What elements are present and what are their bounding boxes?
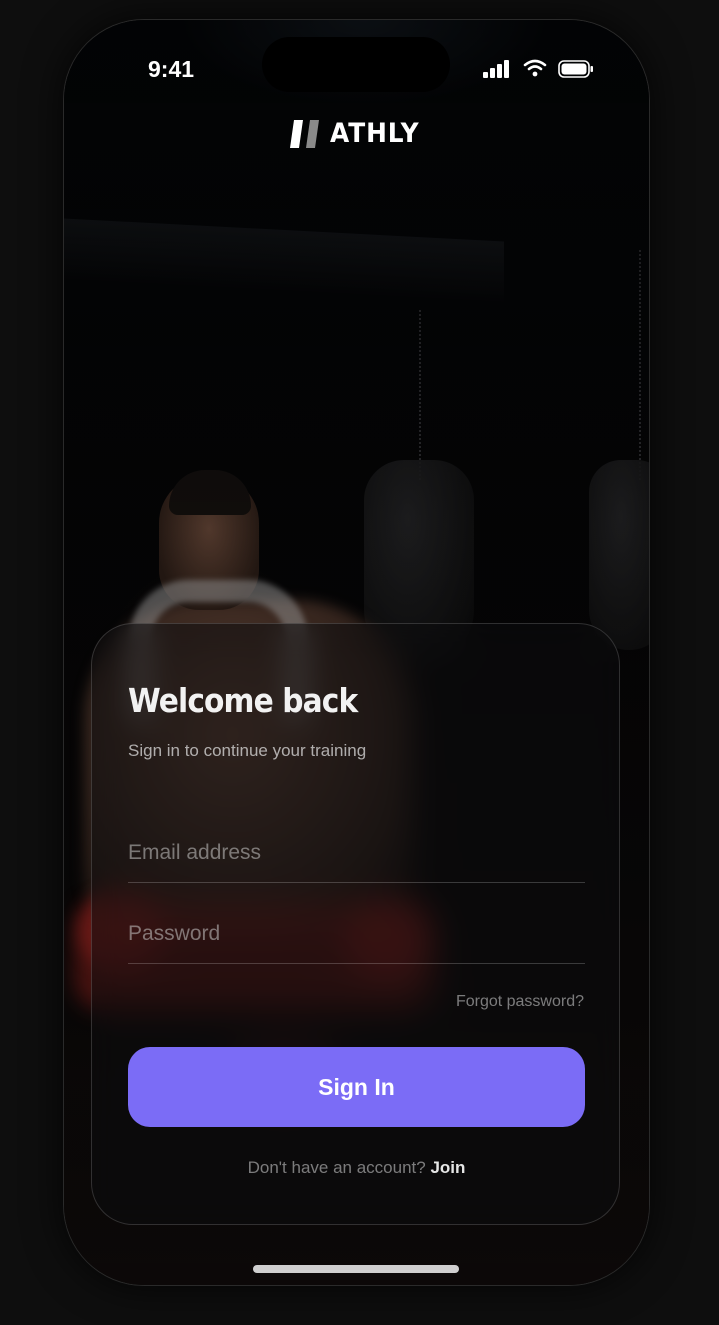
status-time: 9:41 bbox=[148, 56, 195, 82]
home-indicator[interactable] bbox=[253, 1265, 459, 1273]
signup-prompt-row: Don't have an account? Join bbox=[92, 1158, 621, 1178]
page-subtitle: Sign in to continue your training bbox=[128, 741, 367, 760]
join-link[interactable]: Join bbox=[430, 1158, 465, 1177]
brand-name: ATHLY bbox=[330, 118, 420, 149]
wifi-icon bbox=[523, 59, 547, 77]
email-field[interactable] bbox=[128, 824, 585, 883]
password-field[interactable] bbox=[128, 905, 585, 964]
dynamic-island bbox=[262, 37, 450, 92]
status-bar: 9:41 bbox=[64, 20, 649, 120]
phone-frame: 9:41 ATHLY Welcome back Sign in to conti… bbox=[64, 20, 649, 1285]
brand-logo: ATHLY bbox=[289, 116, 429, 156]
signup-prompt-text: Don't have an account? bbox=[247, 1158, 426, 1177]
cellular-signal-icon bbox=[483, 60, 511, 78]
forgot-password-link[interactable]: Forgot password? bbox=[456, 993, 584, 1011]
page-title: Welcome back bbox=[128, 681, 358, 720]
login-card: Welcome back Sign in to continue your tr… bbox=[91, 623, 620, 1225]
sign-in-button[interactable]: Sign In bbox=[128, 1047, 585, 1127]
battery-icon bbox=[558, 60, 593, 78]
athly-logo-mark-icon bbox=[290, 120, 319, 148]
